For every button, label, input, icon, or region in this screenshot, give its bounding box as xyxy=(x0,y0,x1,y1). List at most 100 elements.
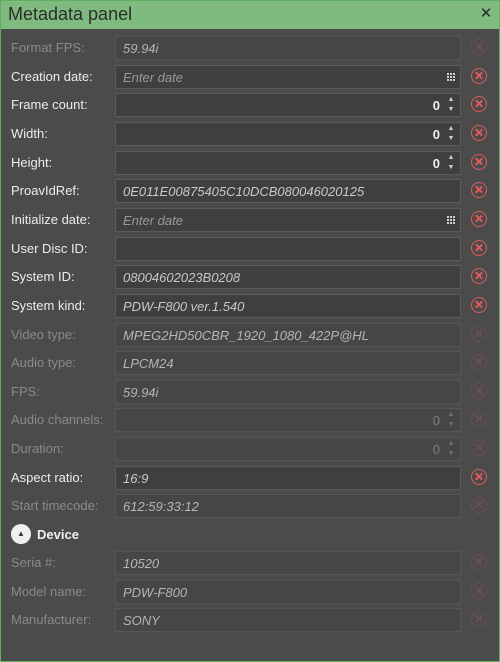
clear-icon xyxy=(471,39,487,55)
field-label-duration: Duration: xyxy=(11,441,64,457)
field-label-creation-date: Creation date: xyxy=(11,68,93,84)
width-input[interactable]: 0 ▲ ▼ xyxy=(115,121,461,146)
duration-value: 0 xyxy=(432,442,440,458)
audio-type-input: LPCM24 xyxy=(115,351,461,376)
field-row-start-timecode: Start timecode: 612:59:33:12 xyxy=(1,492,499,520)
field-row-frame-count: Frame count: 0 ▲ ▼ xyxy=(1,91,499,119)
clear-icon[interactable] xyxy=(471,239,487,256)
window-title: Metadata panel xyxy=(8,4,133,24)
manufacturer-value: SONY xyxy=(123,613,160,629)
spin-down-icon[interactable]: ▼ xyxy=(446,135,456,143)
system-kind-input[interactable]: PDW-F800 ver.1.540 xyxy=(115,293,461,318)
proavidref-value: 0E011E00875405C10DCB080046020125 xyxy=(123,184,365,200)
clear-icon[interactable] xyxy=(471,96,487,113)
clear-icon xyxy=(471,440,487,457)
system-id-input[interactable]: 08004602023B0208 xyxy=(115,265,461,290)
spin-down-icon[interactable]: ▼ xyxy=(446,164,456,172)
proavidref-input[interactable]: 0E011E00875405C10DCB080046020125 xyxy=(115,179,461,204)
user-disc-id-input[interactable] xyxy=(115,236,461,261)
spin-up-icon[interactable]: ▲ xyxy=(446,96,456,104)
collapse-icon[interactable]: ▲ xyxy=(11,524,31,544)
field-row-model-name: Model name: PDW-F800 xyxy=(1,578,499,606)
fps-value: 59.94i xyxy=(123,384,159,400)
model-name-input: PDW-F800 xyxy=(115,579,461,604)
field-label-start-timecode: Start timecode: xyxy=(11,498,99,514)
spin-down-icon: ▼ xyxy=(447,450,455,458)
field-label-format-fps: Format FPS: xyxy=(11,40,85,55)
audio-type-value: LPCM24 xyxy=(123,356,174,372)
field-label-audio-type: Audio type: xyxy=(11,355,77,371)
initialize-date-value: Enter date xyxy=(123,212,183,228)
spin-down-icon: ▼ xyxy=(447,421,455,429)
clear-icon xyxy=(471,611,487,628)
aspect-ratio-input[interactable]: 16:9 xyxy=(115,465,461,490)
clear-icon xyxy=(471,554,487,570)
field-label-fps: FPS: xyxy=(11,383,40,399)
clear-icon[interactable] xyxy=(471,210,487,227)
title-bar[interactable]: Metadata panel ✕ xyxy=(1,1,499,29)
field-label-width: Width: xyxy=(11,125,48,141)
aspect-ratio-value: 16:9 xyxy=(123,470,149,486)
system-kind-value: PDW-F800 ver.1.540 xyxy=(123,298,245,314)
calendar-icon[interactable] xyxy=(446,215,456,225)
field-label-frame-count: Frame count: xyxy=(11,97,88,113)
spinner: ▲ ▼ xyxy=(445,411,457,429)
field-row-height: Height: 0 ▲ ▼ xyxy=(1,149,499,177)
field-label-height: Height: xyxy=(11,154,53,170)
spin-up-icon: ▲ xyxy=(447,411,455,419)
field-row-video-type: Video type: MPEG2HD50CBR_1920_1080_422P@H… xyxy=(1,321,499,349)
spin-down-icon[interactable]: ▼ xyxy=(446,106,456,114)
video-type-value: MPEG2HD50CBR_1920_1080_422P@HL xyxy=(123,327,369,343)
clear-icon[interactable] xyxy=(471,182,487,199)
width-value: 0 xyxy=(432,126,440,142)
clear-icon[interactable] xyxy=(471,153,487,170)
spin-up-icon[interactable]: ▲ xyxy=(446,125,456,133)
device-section-header[interactable]: ▲ Device xyxy=(1,521,499,549)
field-label-audio-channels: Audio channels: xyxy=(11,412,104,428)
field-row-seria: Seria #: 10520 xyxy=(1,549,499,577)
clear-icon[interactable] xyxy=(471,67,487,84)
spin-up-icon[interactable]: ▲ xyxy=(446,154,456,162)
start-timecode-value: 612:59:33:12 xyxy=(123,499,199,515)
close-icon[interactable]: ✕ xyxy=(479,4,493,22)
spinner[interactable]: ▲ ▼ xyxy=(445,154,457,172)
height-value: 0 xyxy=(432,155,440,171)
field-row-manufacturer: Manufacturer: SONY xyxy=(1,606,499,634)
spinner[interactable]: ▲ ▼ xyxy=(445,96,457,114)
calendar-icon[interactable] xyxy=(446,72,456,82)
clear-icon[interactable] xyxy=(471,268,487,285)
clear-icon[interactable] xyxy=(471,468,487,485)
frame-count-value: 0 xyxy=(432,98,440,114)
clear-icon[interactable] xyxy=(471,296,487,313)
initialize-date-input[interactable]: Enter date xyxy=(115,207,461,232)
field-row-system-id: System ID: 08004602023B0208 xyxy=(1,263,499,291)
spin-up-icon: ▲ xyxy=(447,440,455,448)
start-timecode-input: 612:59:33:12 xyxy=(115,494,461,519)
clear-icon[interactable] xyxy=(471,124,487,141)
height-input[interactable]: 0 ▲ ▼ xyxy=(115,150,461,175)
seria-value: 10520 xyxy=(123,556,160,571)
clear-icon xyxy=(471,411,487,428)
field-row-audio-channels: Audio channels: 0 ▲ ▼ xyxy=(1,406,499,434)
field-label-proavidref: ProavIdRef: xyxy=(11,183,80,199)
creation-date-input[interactable]: Enter date xyxy=(115,64,461,89)
field-row-aspect-ratio: Aspect ratio: 16:9 xyxy=(1,464,499,492)
field-label-seria: Seria #: xyxy=(11,555,56,570)
model-name-value: PDW-F800 xyxy=(123,584,188,600)
spinner[interactable]: ▲ ▼ xyxy=(445,125,457,143)
frame-count-input[interactable]: 0 ▲ ▼ xyxy=(115,93,461,118)
field-row-duration: Duration: 0 ▲ ▼ xyxy=(1,435,499,463)
field-row-initialize-date: Initialize date: Enter date xyxy=(1,206,499,234)
field-label-initialize-date: Initialize date: xyxy=(11,211,91,227)
field-row-fps: FPS: 59.94i xyxy=(1,378,499,406)
field-label-video-type: Video type: xyxy=(11,326,76,342)
seria-input: 10520 xyxy=(115,551,461,575)
fps-input: 59.94i xyxy=(115,379,461,404)
field-label-aspect-ratio: Aspect ratio: xyxy=(11,469,84,485)
video-type-input: MPEG2HD50CBR_1920_1080_422P@HL xyxy=(115,322,461,347)
system-id-value: 08004602023B0208 xyxy=(123,270,241,286)
spinner: ▲ ▼ xyxy=(445,440,457,458)
field-label-manufacturer: Manufacturer: xyxy=(11,612,92,628)
clear-icon xyxy=(471,325,487,342)
field-label-system-id: System ID: xyxy=(11,269,75,285)
